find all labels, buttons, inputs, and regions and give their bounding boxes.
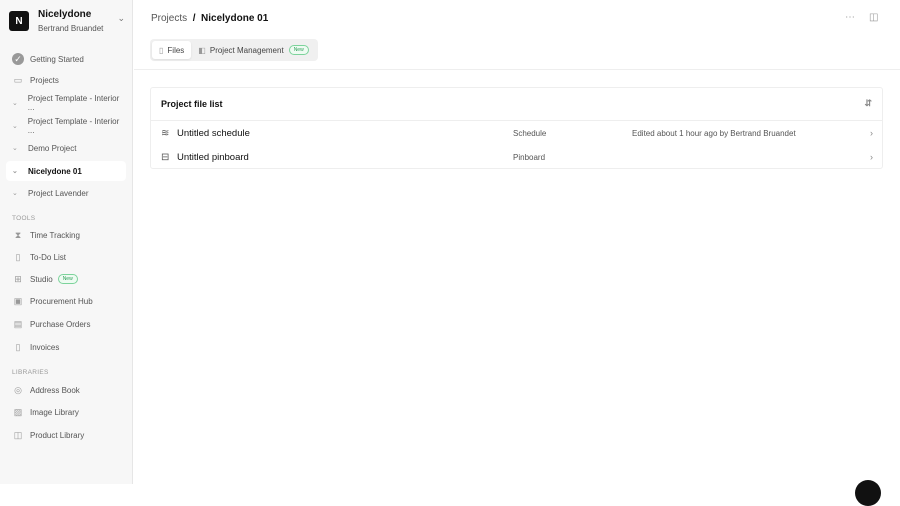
label: Image Library: [30, 407, 79, 417]
sidebar-item-product-library[interactable]: ◫ Product Library: [6, 425, 126, 445]
sidebar-item-time-tracking[interactable]: ⧗ Time Tracking: [6, 225, 126, 245]
table-row[interactable]: ⊟ Untitled pinboard Pinboard ›: [151, 145, 882, 169]
chevron-down-icon: ⌄: [117, 13, 125, 23]
view-tabs: ▯ Files ◧ Project Management New: [150, 39, 318, 61]
sidebar-project-item[interactable]: ⌄ Project Template - Interior ...: [6, 93, 126, 113]
sidebar-item-projects[interactable]: ▭ Projects: [6, 70, 126, 90]
new-badge: New: [57, 274, 78, 284]
grid-icon: ⊞: [14, 273, 22, 284]
workspace-switcher[interactable]: N Nicelydone Bertrand Bruandet ⌄: [9, 9, 127, 33]
image-icon: ▨: [13, 406, 23, 417]
sidebar: N Nicelydone Bertrand Bruandet ⌄ ✓ Gettin…: [0, 0, 133, 484]
file-type: Pinboard: [513, 152, 546, 162]
section-tools: TOOLS: [12, 215, 36, 222]
label: Time Tracking: [30, 230, 80, 240]
sidebar-item-procurement[interactable]: ▣ Procurement Hub: [6, 291, 126, 311]
label: Product Library: [30, 430, 85, 440]
sidebar-item-studio[interactable]: ⊞ Studio New: [6, 269, 126, 289]
file-list: Project file list ⇵ ≋ Untitled schedule S…: [150, 87, 883, 169]
file-edited: Edited about 1 hour ago by Bertrand Brua…: [632, 128, 796, 138]
breadcrumb: Projects / Nicelydone 01: [151, 13, 268, 24]
chevron-right-icon: ›: [870, 152, 873, 162]
sidebar-item-invoices[interactable]: ▯ Invoices: [6, 337, 126, 357]
label: Studio: [30, 274, 53, 284]
label: Project Template - Interior ...: [27, 94, 120, 112]
procurement-icon: ▣: [13, 295, 23, 306]
book-icon: ◫: [13, 429, 23, 440]
invoice-icon: ▯: [15, 341, 21, 352]
sidebar-project-item[interactable]: ⌄ Project Lavender: [6, 183, 126, 203]
chevron-right-icon: ›: [870, 128, 873, 138]
chevron-icon: ⌄: [12, 168, 18, 175]
file-icon: ▯: [159, 45, 164, 55]
tab-project-management[interactable]: ◧ Project Management New: [191, 41, 315, 59]
label: Project Management: [209, 45, 284, 55]
chevron-icon: ⌄: [12, 145, 18, 152]
hourglass-icon: ⧗: [14, 229, 22, 240]
layout-icon: ⊟: [161, 151, 170, 163]
label: Address Book: [30, 385, 80, 395]
divider: [134, 69, 900, 70]
sidebar-item-todo[interactable]: ▯ To-Do List: [6, 247, 126, 267]
new-badge: New: [288, 45, 309, 55]
label: Demo Project: [28, 143, 77, 153]
label: Project Template - Interior ...: [27, 117, 120, 135]
sidebar-project-item[interactable]: ⌄ Demo Project: [6, 138, 126, 158]
check-circle-icon: ✓: [12, 53, 24, 65]
chevron-icon: ⌄: [12, 100, 18, 107]
user-name: Bertrand Bruandet: [38, 24, 104, 33]
panel-toggle-icon[interactable]: ◫: [869, 12, 878, 23]
file-list-title: Project file list: [161, 99, 223, 109]
label: Project Lavender: [28, 188, 89, 198]
label: Projects: [30, 75, 59, 85]
workspace-name: Nicelydone: [38, 9, 92, 20]
breadcrumb-current: Nicelydone 01: [201, 13, 269, 24]
label: Procurement Hub: [30, 296, 93, 306]
label: Purchase Orders: [30, 319, 91, 329]
sidebar-item-purchase-orders[interactable]: ▤ Purchase Orders: [6, 314, 126, 334]
briefcase-icon: ▭: [13, 74, 23, 85]
sidebar-project-item[interactable]: ⌄ Project Template - Interior ...: [6, 116, 126, 136]
chevron-icon: ⌄: [12, 123, 18, 130]
tab-files[interactable]: ▯ Files: [152, 41, 192, 59]
card-icon: ▤: [13, 318, 23, 329]
file-name: Untitled schedule: [177, 127, 250, 139]
label: To-Do List: [30, 252, 67, 262]
sidebar-item-getting-started[interactable]: ✓ Getting Started: [6, 49, 126, 69]
file-name: Untitled pinboard: [177, 151, 249, 163]
file-type: Schedule: [513, 128, 547, 138]
label: Files: [167, 45, 185, 55]
label: Invoices: [30, 342, 60, 352]
clipboard-icon: ▯: [15, 251, 21, 262]
layers-icon: ≋: [161, 127, 170, 139]
user-circle-icon: ◎: [14, 384, 22, 395]
kanban-icon: ◧: [198, 45, 206, 55]
sidebar-item-address-book[interactable]: ◎ Address Book: [6, 380, 126, 400]
breadcrumb-projects[interactable]: Projects: [151, 13, 187, 24]
workspace-logo: N: [9, 11, 29, 31]
sidebar-project-item-active[interactable]: ⌄ Nicelydone 01: [6, 161, 126, 181]
breadcrumb-sep: /: [192, 13, 196, 24]
more-icon[interactable]: ⋯: [845, 12, 855, 23]
sort-icon[interactable]: ⇵: [864, 98, 872, 109]
table-row[interactable]: ≋ Untitled schedule Schedule Edited abou…: [151, 121, 882, 145]
label: Getting Started: [30, 54, 84, 64]
section-libraries: LIBRARIES: [12, 369, 49, 376]
label: Nicelydone 01: [28, 166, 82, 176]
chevron-icon: ⌄: [12, 190, 18, 197]
sidebar-item-image-library[interactable]: ▨ Image Library: [6, 402, 126, 422]
